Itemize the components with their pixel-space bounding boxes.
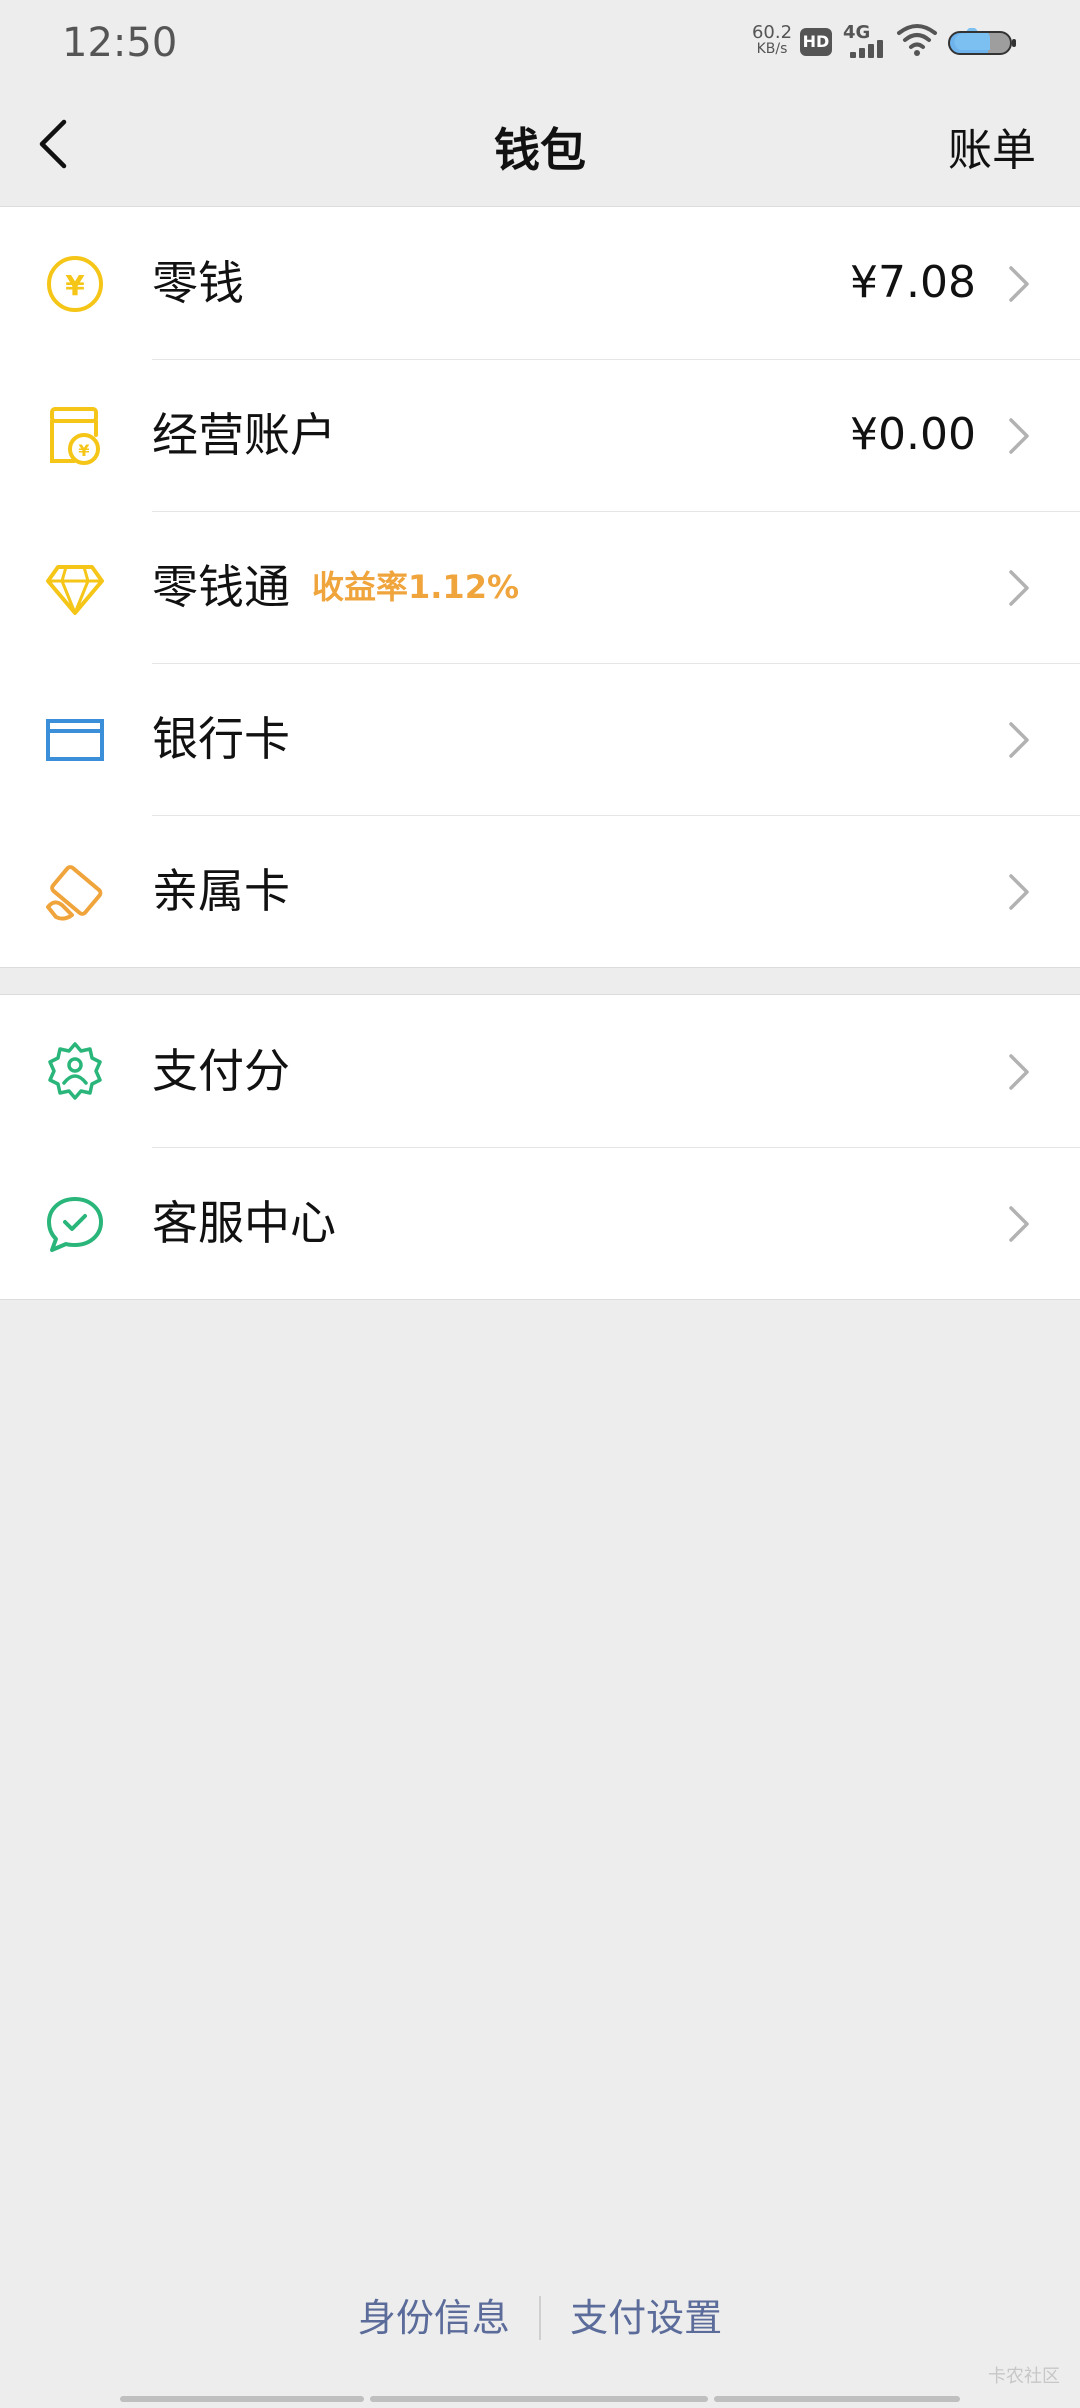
chevron-right-icon <box>1009 266 1029 302</box>
identity-info-link[interactable]: 身份信息 <box>358 2290 510 2346</box>
list-item-label: 亲属卡 <box>152 864 290 918</box>
yield-rate-tag: 收益率1.12% <box>312 568 520 606</box>
store-account-icon: ¥ <box>50 407 100 465</box>
family-card-icon <box>46 865 103 921</box>
bank-card-icon <box>46 719 104 761</box>
list-item-pay-score[interactable]: 支付分 <box>0 995 1080 1147</box>
list-item-business-account[interactable]: ¥ 经营账户 ¥0.00 <box>0 359 1080 511</box>
watermark: 卡农社区 <box>988 2366 1060 2387</box>
list-item-change-pass[interactable]: 零钱通 收益率1.12% <box>0 511 1080 663</box>
chevron-right-icon <box>1009 570 1029 606</box>
footer-links: 身份信息 支付设置 <box>0 2290 1080 2346</box>
network-speed: 60.2 KB/s <box>747 24 797 58</box>
customer-service-chat-icon <box>47 1197 103 1252</box>
svg-text:¥: ¥ <box>65 269 85 302</box>
list-item-change[interactable]: ¥ 零钱 ¥7.08 <box>0 207 1080 359</box>
list-item-label: 支付分 <box>152 1044 290 1098</box>
wallet-group-2: 支付分 客服中心 <box>0 994 1080 1300</box>
gesture-bar-left <box>120 2396 364 2402</box>
list-item-label: 经营账户 <box>152 408 336 462</box>
gesture-bar-right <box>714 2396 960 2402</box>
list-item-label: 零钱 <box>152 256 244 310</box>
balance-value: ¥7.08 <box>850 257 976 308</box>
yuan-coin-icon: ¥ <box>47 256 103 312</box>
chevron-right-icon <box>1009 418 1029 454</box>
business-balance-value: ¥0.00 <box>850 409 976 460</box>
wallet-group-1: ¥ 零钱 ¥7.08 ¥ 经营账户 ¥0.00 零钱通 收益率1.12% 银行卡… <box>0 206 1080 968</box>
list-item-label: 零钱通 <box>152 560 290 614</box>
pay-settings-link[interactable]: 支付设置 <box>570 2290 722 2346</box>
footer-divider <box>539 2296 541 2340</box>
gesture-bar-center <box>370 2396 708 2402</box>
wifi-icon <box>897 24 937 56</box>
chevron-right-icon <box>1009 1054 1029 1090</box>
bill-button[interactable]: 账单 <box>948 114 1036 178</box>
signal-bars-icon <box>850 38 890 58</box>
network-speed-unit: KB/s <box>756 41 788 57</box>
battery-icon <box>948 28 1016 55</box>
list-item-family-card[interactable]: 亲属卡 <box>0 815 1080 967</box>
page-title: 钱包 <box>494 123 586 177</box>
chevron-right-icon <box>1009 1206 1029 1242</box>
pay-score-badge-icon <box>48 1042 102 1100</box>
diamond-icon <box>46 565 104 615</box>
status-time: 12:50 <box>62 20 178 66</box>
chevron-right-icon <box>1009 722 1029 758</box>
chevron-right-icon <box>1009 874 1029 910</box>
status-bar: 12:50 60.2 KB/s HD 4G <box>0 0 1080 86</box>
network-speed-value: 60.2 <box>751 22 793 43</box>
list-item-bank-card[interactable]: 银行卡 <box>0 663 1080 815</box>
hd-icon: HD <box>800 28 832 56</box>
nav-bar: 钱包 账单 <box>0 86 1080 206</box>
list-item-label: 客服中心 <box>152 1196 336 1250</box>
list-item-customer-service[interactable]: 客服中心 <box>0 1147 1080 1299</box>
list-item-label: 银行卡 <box>152 712 290 766</box>
svg-text:¥: ¥ <box>78 441 89 460</box>
